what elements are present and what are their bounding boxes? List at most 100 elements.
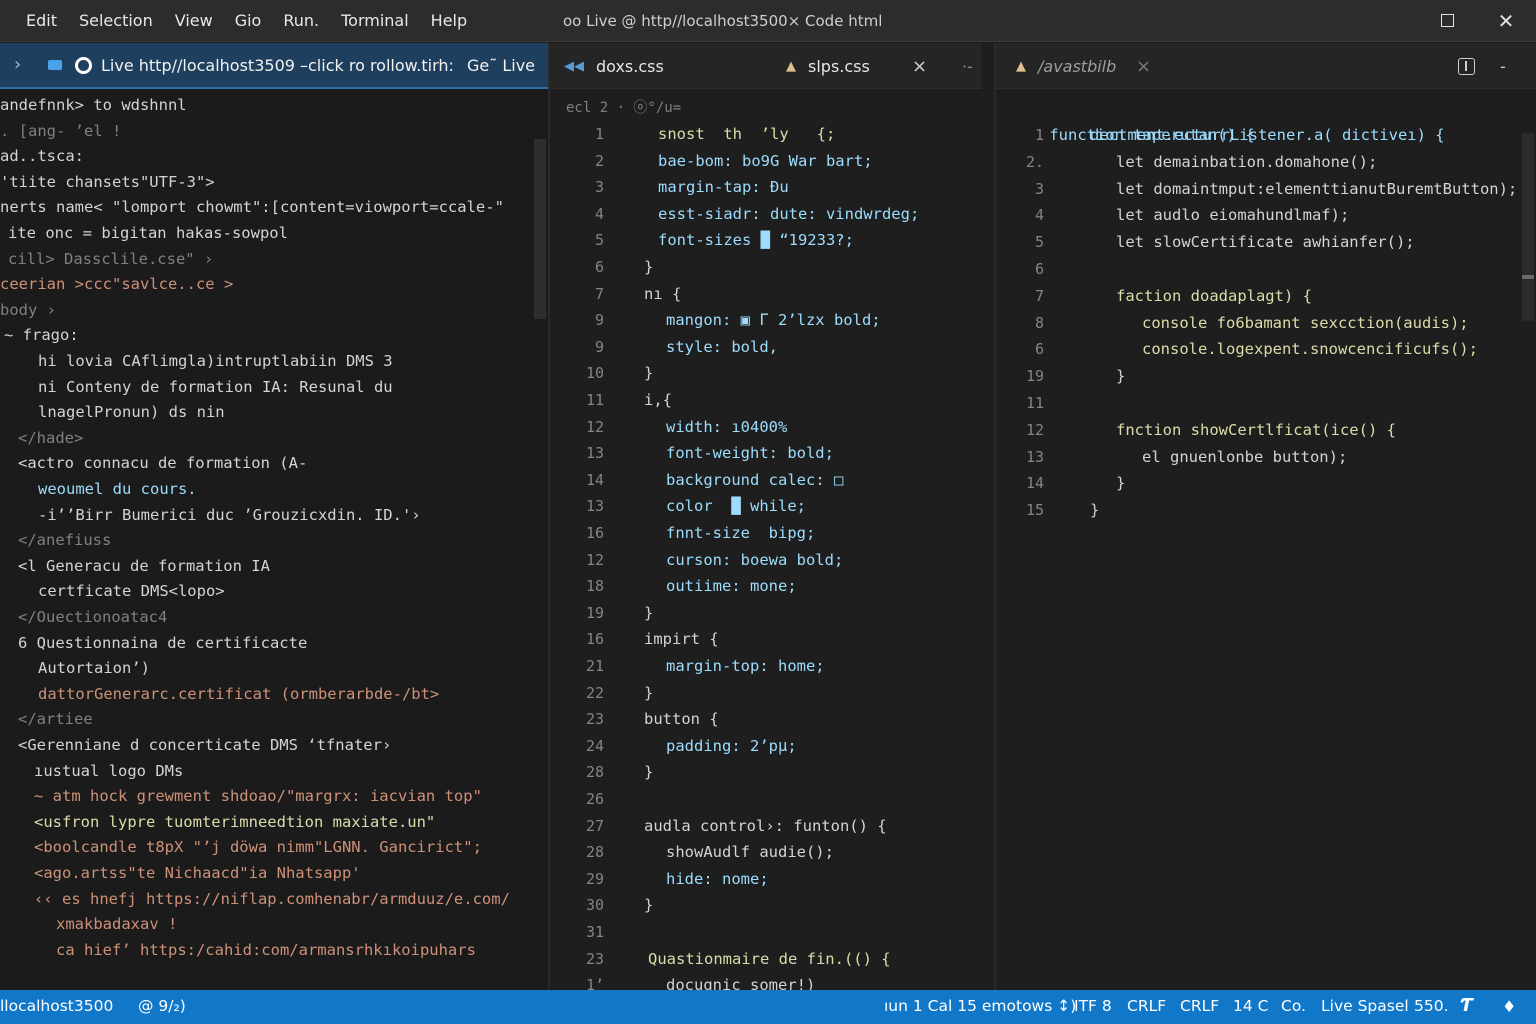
code-line[interactable]: background calec: □ bbox=[666, 467, 843, 494]
code-line[interactable]: button { bbox=[644, 706, 719, 733]
menu-view[interactable]: View bbox=[175, 11, 213, 30]
code-line[interactable]: curson: boewa bold; bbox=[666, 547, 843, 574]
code-line[interactable]: body › bbox=[0, 298, 56, 324]
code-line[interactable]: let audlo eiomahundlmaf); bbox=[1116, 202, 1349, 229]
code-line[interactable]: Quastionmaire de fin.(() { bbox=[648, 946, 891, 973]
code-line[interactable]: hide: nome; bbox=[666, 866, 769, 893]
code-line[interactable]: console.logexpent.snowcencificufs(); bbox=[1142, 336, 1478, 363]
status-col[interactable]: 14 C bbox=[1233, 997, 1268, 1015]
code-line[interactable]: } bbox=[1090, 497, 1099, 524]
code-line[interactable]: console fo6bamant sexcction(audis); bbox=[1142, 310, 1469, 337]
code-line[interactable]: dattorGenerarc.certificat (ormberarbde-/… bbox=[38, 682, 439, 708]
code-line[interactable]: <usfron lypre tuomterimneedtion maxiate.… bbox=[34, 810, 435, 836]
code-line[interactable]: <l Generacu de formation IA bbox=[18, 554, 270, 580]
code-line[interactable]: fnnt-size bipg; bbox=[666, 520, 815, 547]
code-line[interactable]: </anefiuss bbox=[18, 528, 111, 554]
code-line[interactable]: margin-top: home; bbox=[666, 653, 825, 680]
code-line[interactable]: ite onc = bigitan hakas-sowpol bbox=[8, 221, 288, 247]
code-line[interactable]: } bbox=[644, 759, 653, 786]
code-line[interactable]: color █ while; bbox=[666, 493, 806, 520]
code-line[interactable]: ni Conteny de formation IA: Resunal du bbox=[38, 375, 393, 401]
code-line[interactable]: fnction showCertlficat(ice() { bbox=[1116, 417, 1396, 444]
code-line[interactable]: showAudlf audie(); bbox=[666, 839, 834, 866]
status-co[interactable]: Co. bbox=[1281, 997, 1306, 1015]
code-line[interactable]: Autortaion’) bbox=[38, 656, 150, 682]
code-line[interactable]: i,{ bbox=[644, 387, 672, 414]
code-line[interactable]: margin-tap: Đu bbox=[658, 174, 789, 201]
code-line[interactable]: audla control›: funton() { bbox=[644, 813, 887, 840]
status-eol-2[interactable]: CRLF bbox=[1180, 997, 1219, 1015]
code-line[interactable]: docugnic somer!) bbox=[666, 972, 815, 990]
go-live-button[interactable]: Ge˜ Live bbox=[467, 56, 535, 75]
code-line[interactable]: lnagelPronun) ds nin bbox=[38, 400, 225, 426]
code-line[interactable]: } bbox=[644, 892, 653, 919]
code-line[interactable]: 'tiite chansets"UTF-3"> bbox=[0, 170, 215, 196]
code-line[interactable]: <actro connacu de formation (A- bbox=[18, 451, 307, 477]
more-icon[interactable]: ·- bbox=[962, 43, 973, 89]
status-live-server[interactable]: Live Spasel bbox=[1321, 997, 1409, 1015]
code-line[interactable]: font-sizes █ “19233?; bbox=[658, 227, 854, 254]
menu-go[interactable]: Gio bbox=[235, 11, 262, 30]
tab-slps-css[interactable]: ▲ slps.css bbox=[786, 43, 870, 89]
status-count[interactable]: @ 9/₂) bbox=[138, 997, 186, 1015]
code-line[interactable]: ıustual logo DMs bbox=[34, 759, 183, 785]
code-line[interactable]: hi lovia CAflimgla)intruptlabiin DMS 3 bbox=[38, 349, 393, 375]
code-line[interactable]: } bbox=[644, 254, 653, 281]
brand-icon[interactable]: Ƭ bbox=[1460, 995, 1473, 1016]
code-line[interactable]: ~ frago: bbox=[4, 323, 79, 349]
code-line[interactable]: } bbox=[1116, 470, 1125, 497]
menu-edit[interactable]: Edit bbox=[26, 11, 57, 30]
code-line[interactable]: let slowCertificate awhianfer(); bbox=[1116, 229, 1415, 256]
code-line[interactable]: nerts name< "lomport chowmt":[content=vi… bbox=[0, 195, 504, 221]
notification-icon[interactable]: ♦ bbox=[1502, 997, 1516, 1016]
menu-terminal[interactable]: Torminal bbox=[341, 11, 409, 30]
code-line[interactable]: 6 Questionnaina de certificacte bbox=[18, 631, 307, 657]
tab-avastbilb[interactable]: ▲ /avastbilb bbox=[1016, 43, 1116, 89]
code-line[interactable]: } bbox=[644, 600, 653, 627]
code-line[interactable]: . [ang- ’el ! bbox=[0, 119, 121, 145]
js-code[interactable]: 1 dectment.ecturrListener.a( dictiveı) {2… bbox=[996, 122, 1526, 982]
status-host[interactable]: llocalhost3500 bbox=[0, 997, 113, 1015]
code-line[interactable]: padding: 2’pμ; bbox=[666, 733, 797, 760]
code-line[interactable]: xmakbadaxav ! bbox=[56, 912, 177, 938]
code-line[interactable]: weoumel du cours. bbox=[38, 477, 197, 503]
code-line[interactable]: font-weight: bold; bbox=[666, 440, 834, 467]
code-line[interactable]: ceerian >ccc"savlce..ce > bbox=[0, 272, 233, 298]
code-line[interactable]: outiime: mone; bbox=[666, 573, 797, 600]
menu-run[interactable]: Run. bbox=[283, 11, 319, 30]
code-line[interactable]: </hade> bbox=[18, 426, 83, 452]
code-line[interactable]: } bbox=[644, 680, 653, 707]
code-line[interactable]: ad..tsca: bbox=[0, 144, 84, 170]
code-line[interactable]: andefnnk> to wdshnnl bbox=[0, 93, 187, 119]
code-line[interactable]: impirt { bbox=[644, 626, 719, 653]
code-line[interactable]: ~ atm hock grewment shdoao/"margrx: iacv… bbox=[34, 784, 482, 810]
code-line[interactable]: style: bold, bbox=[666, 334, 778, 361]
code-line[interactable]: nı { bbox=[644, 281, 681, 308]
code-line[interactable]: width: ı0400% bbox=[666, 414, 787, 441]
maximize-button[interactable] bbox=[1434, 8, 1460, 34]
code-line[interactable]: mangon: ▣ Γ 2’lzx bold; bbox=[666, 307, 881, 334]
code-line[interactable]: ca hief’ https:/cahid:com/armansrhkıkoip… bbox=[56, 938, 476, 964]
code-line[interactable]: esst-siadr: dute: vindwrdeg; bbox=[658, 201, 919, 228]
tab-close-button[interactable]: × bbox=[912, 43, 927, 89]
code-line[interactable]: certficate DMS<lopo> bbox=[38, 579, 225, 605]
chevron-right-icon[interactable]: › bbox=[14, 54, 21, 75]
code-line[interactable]: snost th ’ly {; bbox=[658, 121, 835, 148]
code-line[interactable]: <Gerenniane d concerticate DMS ‘tfnater› bbox=[18, 733, 391, 759]
more-actions-button[interactable]: - bbox=[1500, 43, 1506, 89]
live-server-bar[interactable]: › Live http//localhost3509 –click ro rol… bbox=[0, 43, 548, 89]
code-line[interactable]: el gnuenlonbe button); bbox=[1142, 444, 1347, 471]
code-line[interactable]: let domaintmput:elementtianutBuremtButto… bbox=[1116, 176, 1517, 203]
split-editor-button[interactable] bbox=[1458, 43, 1475, 89]
status-cursor-position[interactable]: ıun 1 Cal 15 emotows ↕) bbox=[884, 997, 1076, 1015]
css-code[interactable]: 1 snost th ’ly {; 2 bae-bom: bo9G War bart;… bbox=[550, 121, 980, 990]
code-line[interactable]: <boolcandle t8pX "ʼj döwa nimm"LGNN. Gan… bbox=[34, 835, 482, 861]
close-window-button[interactable]: ✕ bbox=[1493, 8, 1519, 34]
code-line[interactable]: cill> Dassclile.cse" › bbox=[8, 247, 213, 273]
code-line[interactable]: bae-bom: bo9G War bart; bbox=[658, 148, 873, 175]
html-code[interactable]: andefnnk> to wdshnnl. [ang- ’el ! ad..tsc… bbox=[0, 93, 540, 983]
code-line[interactable]: } bbox=[644, 360, 653, 387]
scrollbar-thumb[interactable] bbox=[1522, 275, 1534, 279]
code-line[interactable]: dectment.ecturrListener.a( dictiveı) { bbox=[1090, 122, 1445, 149]
tab-doxs-css[interactable]: ◀◀ doxs.css bbox=[564, 43, 664, 89]
